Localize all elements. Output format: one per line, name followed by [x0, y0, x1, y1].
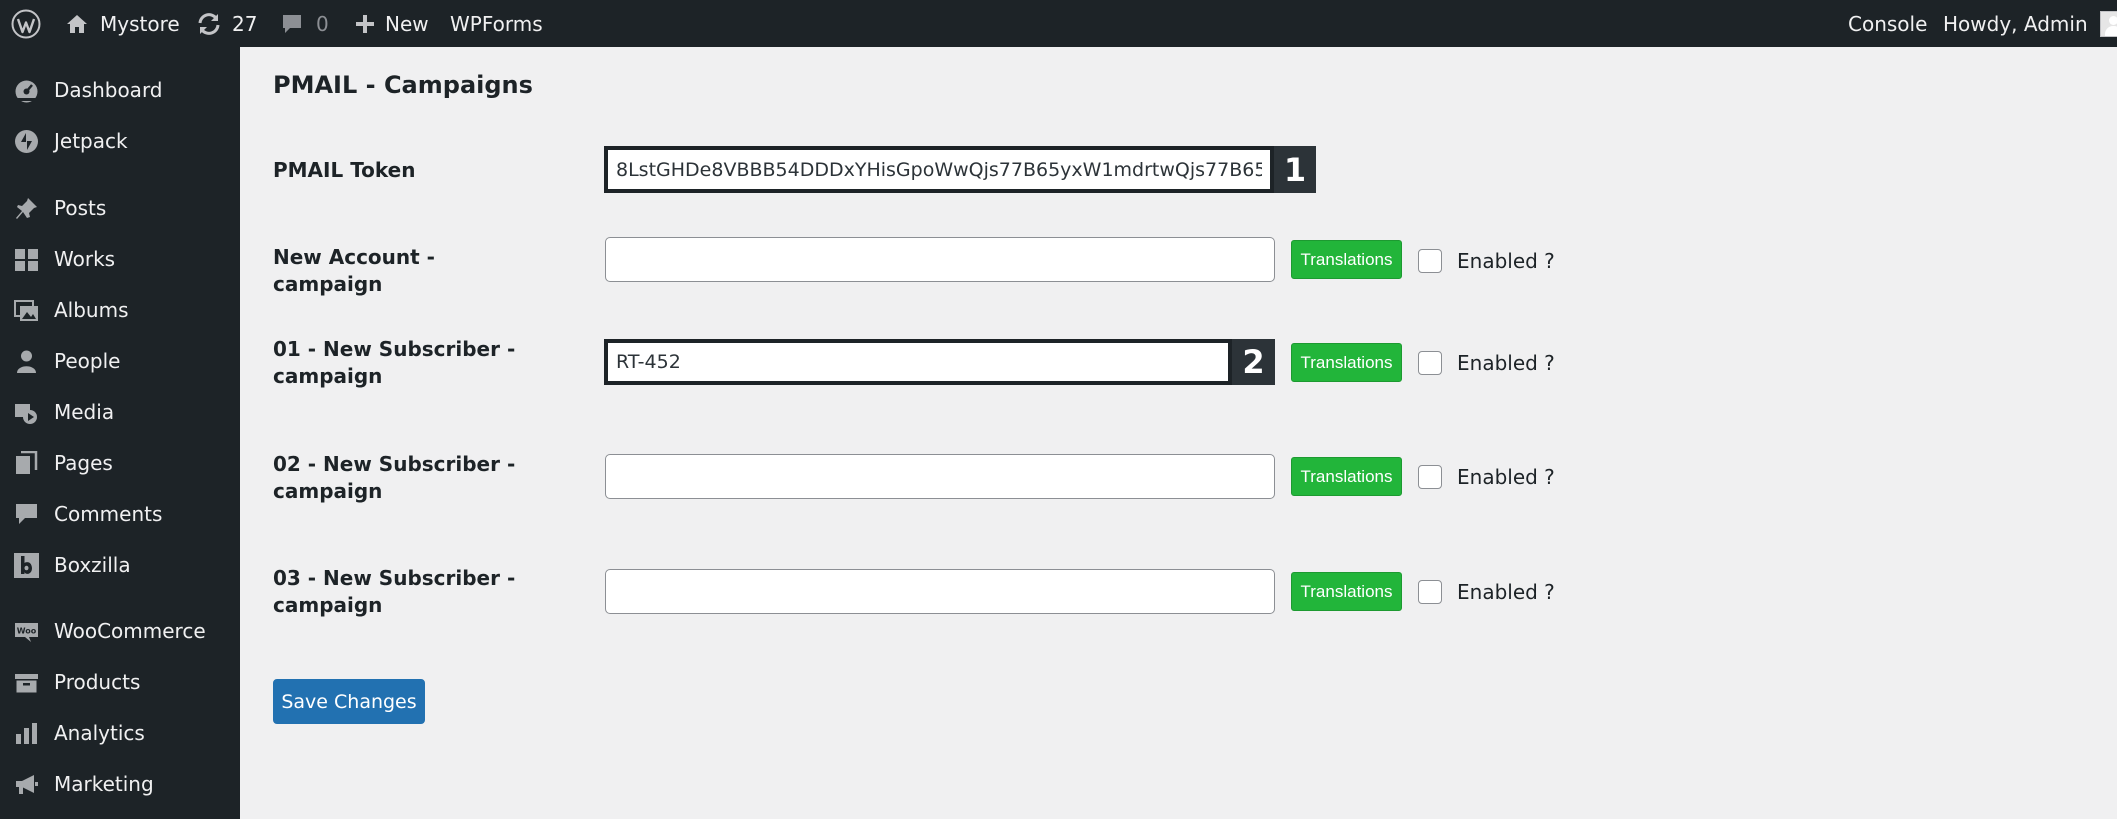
translations-button[interactable]: Translations	[1291, 240, 1402, 279]
token-input[interactable]	[604, 146, 1274, 193]
sidebar-item-label: Boxzilla	[54, 553, 131, 577]
page-title: PMAIL - Campaigns	[273, 71, 533, 99]
comments-count: 0	[316, 11, 329, 36]
wpforms-label: WPForms	[450, 11, 543, 36]
sidebar-item-label: Posts	[54, 196, 107, 220]
enabled-label: Enabled ?	[1457, 351, 1555, 375]
sidebar-item-woocommerce[interactable]: Woo WooCommerce	[0, 608, 240, 654]
highlight-badge: 2	[1232, 339, 1275, 385]
site-name: Mystore	[100, 11, 180, 36]
grid-icon	[14, 247, 39, 272]
enabled-checkbox[interactable]	[1418, 351, 1442, 375]
sidebar-item-works[interactable]: Works	[0, 236, 240, 282]
boxzilla-icon	[14, 553, 39, 578]
translations-button[interactable]: Translations	[1291, 343, 1402, 382]
sidebar-item-label: WooCommerce	[54, 619, 206, 643]
sidebar-item-albums[interactable]: Albums	[0, 287, 240, 333]
sidebar-item-boxzilla[interactable]: Boxzilla	[0, 542, 240, 588]
sidebar-item-label: Pages	[54, 451, 113, 475]
megaphone-icon	[14, 772, 39, 797]
new-label: New	[385, 11, 429, 36]
sidebar-item-jetpack[interactable]: Jetpack	[0, 118, 240, 164]
console-label: Console	[1848, 11, 1928, 36]
my-account-link[interactable]: Howdy, Admin	[1943, 0, 2117, 47]
sidebar-item-label: Products	[54, 670, 141, 694]
updates-icon	[196, 11, 222, 37]
plus-icon	[354, 13, 376, 35]
site-name-link[interactable]: Mystore	[65, 0, 180, 47]
person-icon	[14, 349, 39, 374]
campaign-input[interactable]	[604, 339, 1232, 385]
admin-bar: Mystore 27 0 New WPForms Console Howdy, …	[0, 0, 2117, 47]
comments-link[interactable]: 0	[280, 0, 329, 47]
sidebar-item-label: Marketing	[54, 772, 154, 796]
sidebar-item-label: Comments	[54, 502, 163, 526]
albums-icon	[14, 298, 39, 323]
sidebar-item-dashboard[interactable]: Dashboard	[0, 67, 240, 113]
campaign-input[interactable]	[605, 569, 1275, 614]
sidebar-item-label: Dashboard	[54, 78, 163, 102]
campaign-input[interactable]	[605, 454, 1275, 499]
dashboard-icon	[14, 78, 39, 103]
translations-button[interactable]: Translations	[1291, 457, 1402, 496]
campaign-label: New Account - campaign	[273, 245, 435, 296]
sidebar-item-label: Jetpack	[54, 129, 128, 153]
enabled-label: Enabled ?	[1457, 580, 1555, 604]
campaign-input[interactable]	[605, 237, 1275, 282]
sidebar-item-posts[interactable]: Posts	[0, 185, 240, 231]
media-icon	[14, 400, 39, 425]
campaign-label: 02 - New Subscriber - campaign	[273, 452, 516, 503]
wpforms-link[interactable]: WPForms	[450, 0, 543, 47]
translations-button[interactable]: Translations	[1291, 572, 1402, 611]
svg-text:Woo: Woo	[17, 627, 37, 636]
comment-icon	[14, 502, 39, 527]
pin-icon	[14, 196, 39, 221]
home-icon	[65, 12, 89, 36]
sidebar-item-analytics[interactable]: Analytics	[0, 710, 240, 756]
archive-icon	[14, 670, 39, 695]
admin-sidebar: Dashboard Jetpack Posts Works Albums Peo…	[0, 47, 240, 819]
highlight-badge: 1	[1274, 146, 1316, 193]
updates-link[interactable]: 27	[196, 0, 257, 47]
enabled-checkbox[interactable]	[1418, 465, 1442, 489]
enabled-label: Enabled ?	[1457, 465, 1555, 489]
sidebar-item-label: Albums	[54, 298, 129, 322]
comment-bubble-icon	[280, 12, 304, 36]
jetpack-icon	[14, 129, 39, 154]
enabled-checkbox[interactable]	[1418, 580, 1442, 604]
sidebar-item-products[interactable]: Products	[0, 659, 240, 705]
sidebar-item-marketing[interactable]: Marketing	[0, 761, 240, 807]
avatar	[2099, 10, 2117, 37]
campaign-label: 01 - New Subscriber - campaign	[273, 337, 516, 388]
enabled-label: Enabled ?	[1457, 249, 1555, 273]
pages-icon	[14, 451, 39, 476]
sidebar-item-label: Media	[54, 400, 115, 424]
updates-count: 27	[232, 11, 258, 36]
sidebar-item-label: Analytics	[54, 721, 145, 745]
enabled-checkbox[interactable]	[1418, 249, 1442, 273]
save-changes-button[interactable]: Save Changes	[273, 679, 425, 724]
sidebar-item-comments[interactable]: Comments	[0, 491, 240, 537]
console-link[interactable]: Console	[1848, 0, 1927, 47]
sidebar-item-people[interactable]: People	[0, 338, 240, 384]
woocommerce-icon: Woo	[14, 619, 39, 644]
sidebar-item-label: People	[54, 349, 121, 373]
campaign-label: 03 - New Subscriber - campaign	[273, 566, 516, 617]
token-label: PMAIL Token	[273, 158, 416, 182]
sidebar-item-pages[interactable]: Pages	[0, 440, 240, 486]
main-content: PMAIL - Campaigns PMAIL Token 1 New Acco…	[240, 47, 2117, 819]
wordpress-logo-icon[interactable]	[11, 0, 41, 47]
sidebar-item-media[interactable]: Media	[0, 389, 240, 435]
sidebar-item-label: Works	[54, 247, 116, 271]
howdy-label: Howdy, Admin	[1943, 11, 2088, 36]
new-content-link[interactable]: New	[354, 0, 429, 47]
bar-chart-icon	[14, 721, 39, 746]
